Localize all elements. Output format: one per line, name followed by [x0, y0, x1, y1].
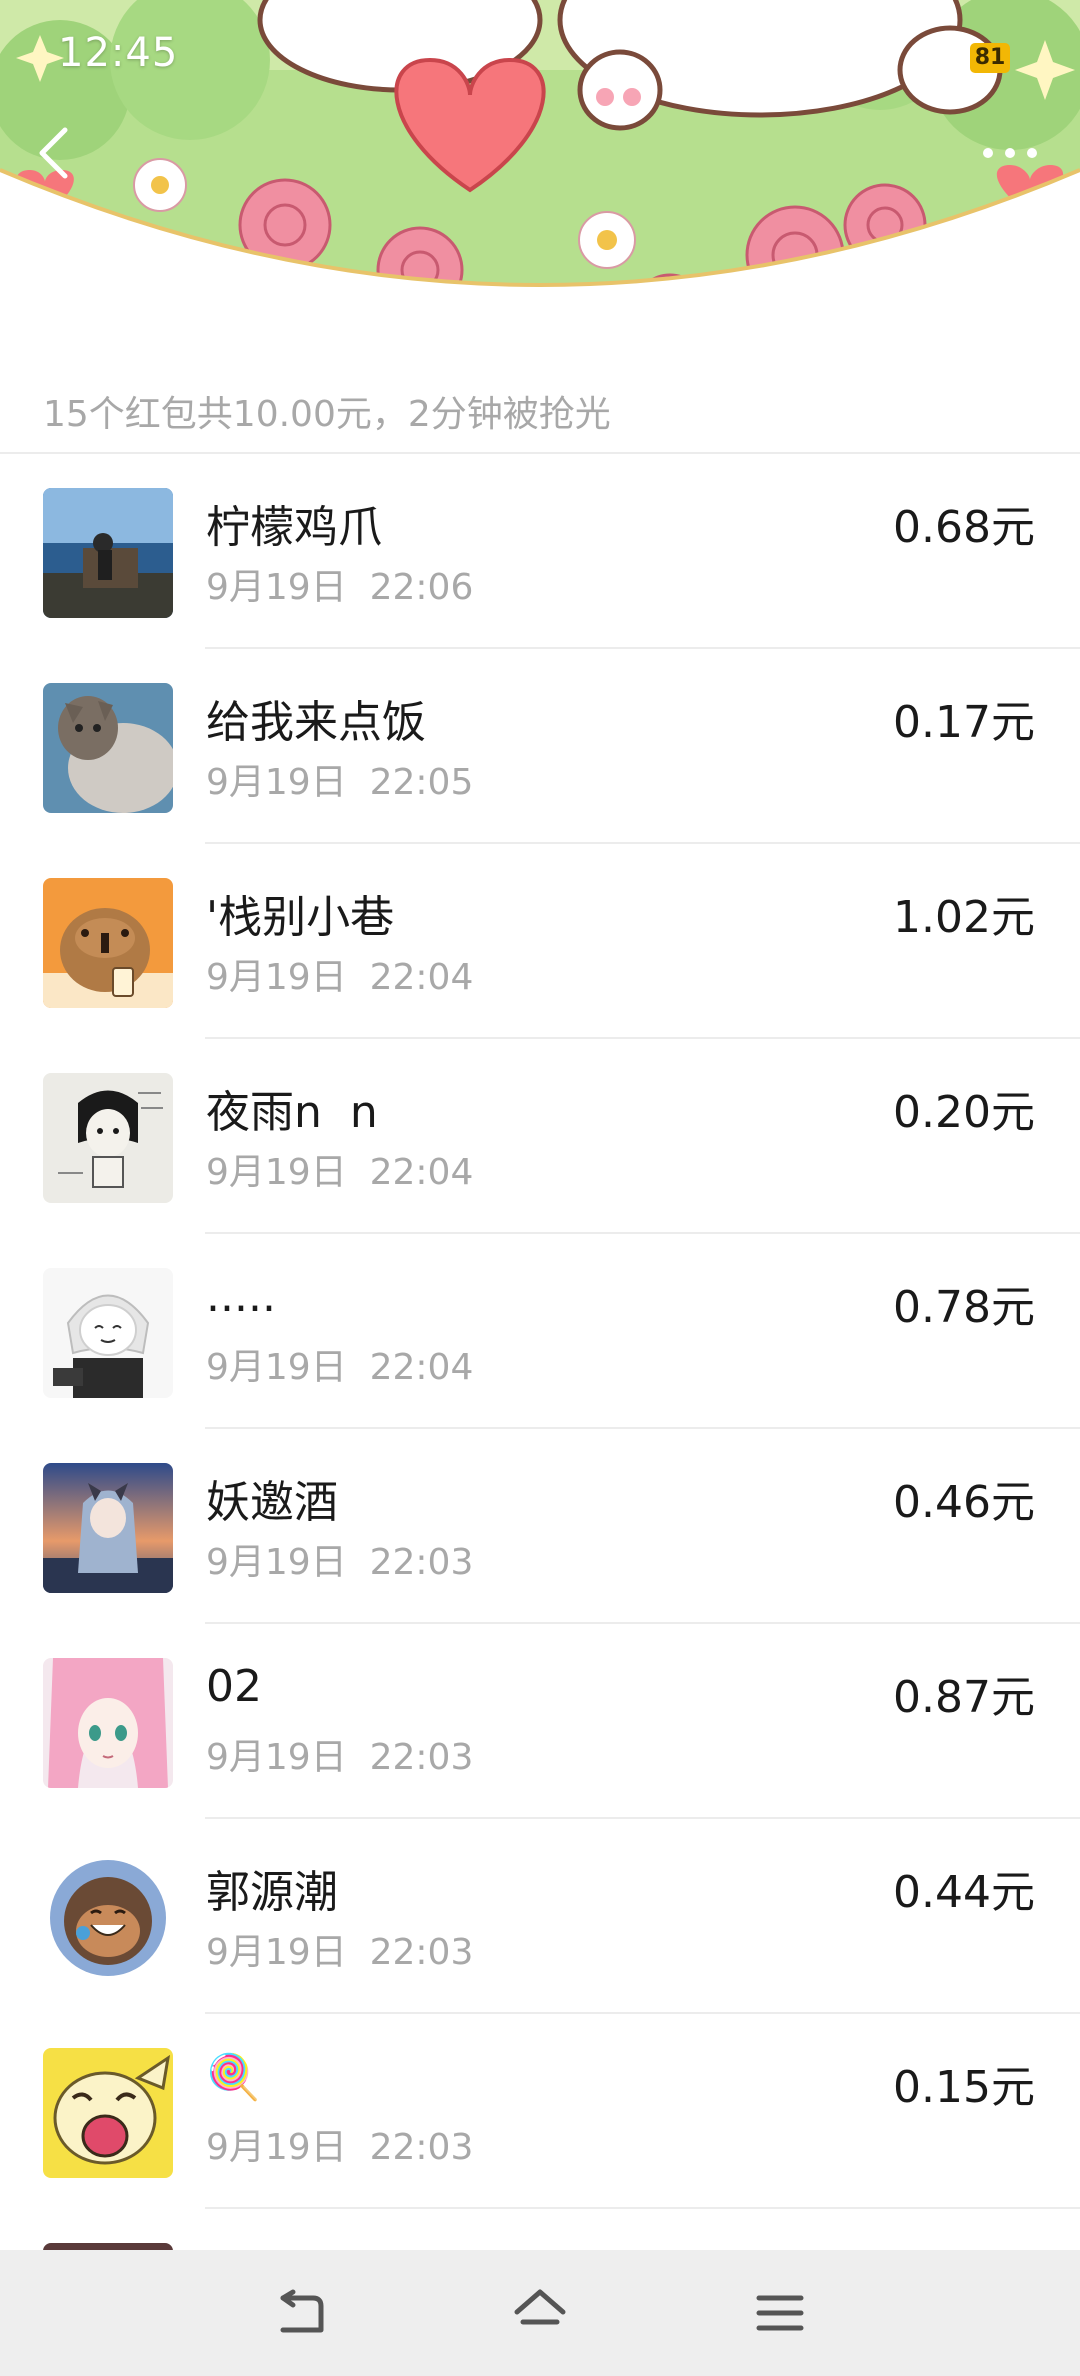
claim-row[interactable]: ..... 9月19日 22:04 0.78元 — [0, 1234, 1080, 1429]
claim-row[interactable]: 妖邀酒 9月19日 22:03 0.46元 — [0, 1429, 1080, 1624]
claim-time: 9月19日 22:03 — [206, 1542, 474, 1583]
system-navigation-bar — [0, 2250, 1080, 2376]
claim-amount: 0.17元 — [893, 697, 1035, 748]
claim-time: 9月19日 22:04 — [206, 1152, 474, 1193]
claimer-name: 郭源潮 — [206, 1867, 338, 1918]
claim-time: 9月19日 22:03 — [206, 1737, 474, 1778]
claimer-name: 🍭 — [206, 2052, 261, 2103]
white-hair-avatar — [43, 1268, 173, 1398]
festive-banner: 12:45 81 — [0, 0, 1080, 330]
nav-menu-button[interactable] — [745, 2278, 815, 2348]
claim-time: 9月19日 22:06 — [206, 567, 474, 608]
claim-amount: 0.68元 — [893, 502, 1035, 553]
capybara-avatar — [43, 878, 173, 1008]
status-time: 12:45 — [58, 30, 179, 76]
cartoon-avatar — [43, 1853, 173, 1983]
photo-avatar — [43, 488, 173, 618]
claim-amount: 1.02元 — [893, 892, 1035, 943]
cat-avatar — [43, 683, 173, 813]
claimer-name: 夜雨n n — [206, 1087, 378, 1138]
claimer-name: 02 — [206, 1661, 262, 1712]
claim-list: 柠檬鸡爪 9月19日 22:06 0.68元 给我来点饭 9月19日 22:05… — [0, 454, 1080, 2250]
status-bar: 12:45 81 — [0, 0, 1080, 110]
claim-row[interactable]: 郭源潮 9月19日 22:03 0.44元 — [0, 1819, 1080, 2014]
nav-back-button[interactable] — [265, 2278, 335, 2348]
chevron-left-icon — [39, 127, 68, 179]
claim-row[interactable]: 给我来点饭 9月19日 22:05 0.17元 — [0, 649, 1080, 844]
claim-time: 9月19日 22:04 — [206, 1347, 474, 1388]
claim-time: 9月19日 22:04 — [206, 957, 474, 998]
battery-badge: 81 — [970, 43, 1010, 73]
back-button[interactable] — [20, 118, 90, 188]
more-dots-icon — [983, 148, 1037, 158]
claim-row[interactable]: 02 9月19日 22:03 0.87元 — [0, 1624, 1080, 1819]
back-arrow-icon — [280, 2289, 324, 2333]
claimer-name: 给我来点饭 — [206, 697, 426, 748]
home-icon — [514, 2289, 566, 2325]
claim-row[interactable]: 柠檬鸡爪 9月19日 22:06 0.68元 — [0, 454, 1080, 649]
claim-amount: 0.20元 — [893, 1087, 1035, 1138]
claimer-name: '栈别小巷 — [206, 892, 395, 943]
claim-amount: 0.44元 — [893, 1867, 1035, 1918]
claim-amount: 0.15元 — [893, 2062, 1035, 2113]
claimer-name: ..... — [206, 1271, 276, 1322]
claim-row[interactable]: '栈别小巷 9月19日 22:04 1.02元 — [0, 844, 1080, 1039]
claim-row[interactable] — [0, 2209, 1080, 2250]
claim-amount: 0.78元 — [893, 1282, 1035, 1333]
sketch-avatar — [43, 1073, 173, 1203]
pink-hair-avatar — [43, 1658, 173, 1788]
claimer-name: 柠檬鸡爪 — [206, 502, 382, 553]
claim-time: 9月19日 22:03 — [206, 2127, 474, 2168]
claim-row[interactable]: 夜雨n n 9月19日 22:04 0.20元 — [0, 1039, 1080, 1234]
avatar — [43, 2243, 173, 2250]
claim-amount: 0.46元 — [893, 1477, 1035, 1528]
menu-icon — [756, 2295, 804, 2331]
more-options-button[interactable] — [970, 118, 1050, 188]
anime-girl-avatar — [43, 1463, 173, 1593]
nav-home-button[interactable] — [505, 2278, 575, 2348]
claimer-name: 妖邀酒 — [206, 1477, 338, 1528]
claim-amount: 0.87元 — [893, 1672, 1035, 1723]
claim-row[interactable]: 🍭 9月19日 22:03 0.15元 — [0, 2014, 1080, 2209]
claim-time: 9月19日 22:05 — [206, 762, 474, 803]
red-packet-summary: 15个红包共10.00元，2分钟被抢光 — [43, 394, 611, 435]
yellow-cartoon-avatar — [43, 2048, 173, 2178]
claim-time: 9月19日 22:03 — [206, 1932, 474, 1973]
